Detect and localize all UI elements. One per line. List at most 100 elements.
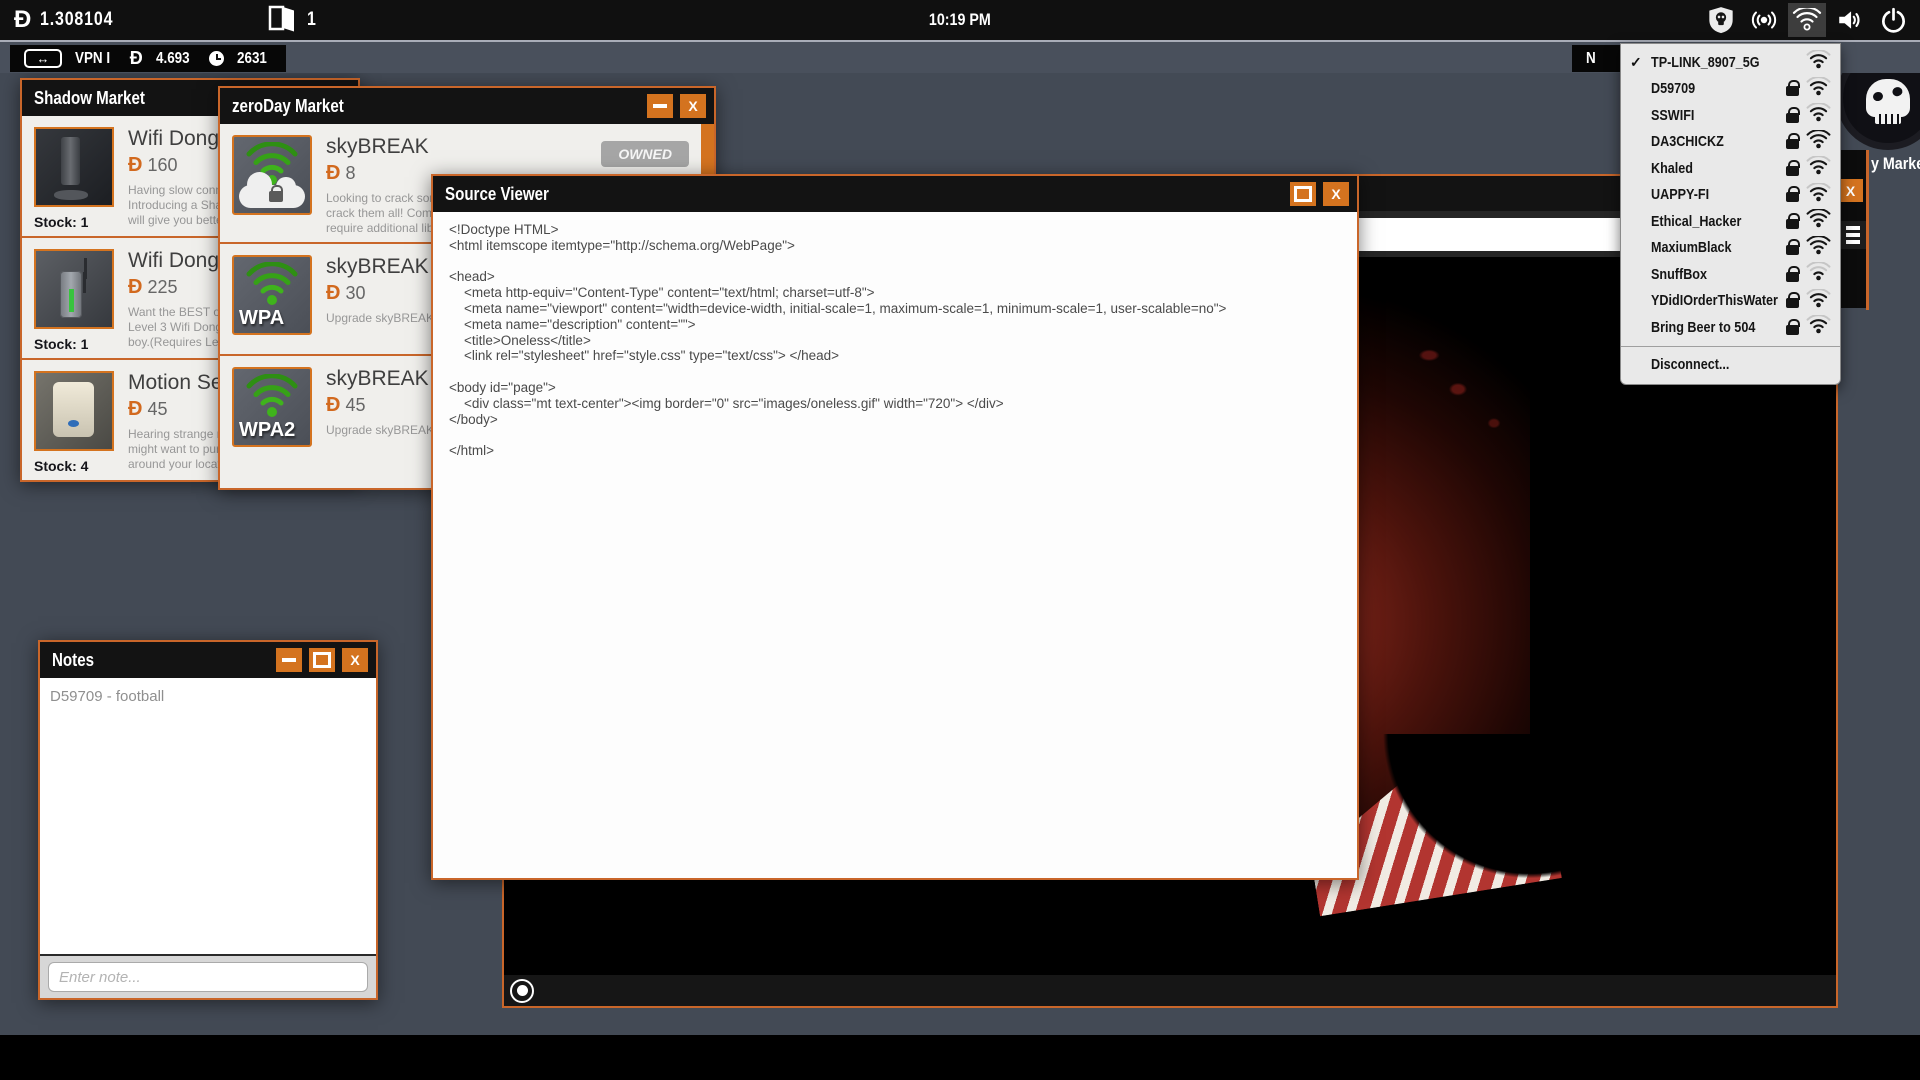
- close-button[interactable]: X: [342, 648, 368, 672]
- lock-icon: [1786, 212, 1800, 229]
- notes-window: Notes X D59709 - football: [38, 640, 378, 1000]
- signal-strength-icon: [1806, 208, 1831, 233]
- wifi-network-name: YDidIOrderThisWater: [1651, 292, 1778, 310]
- wifi-network-item[interactable]: ✓ TP-LINK_8907_5G: [1621, 49, 1840, 76]
- background-window-close-button[interactable]: X: [1838, 179, 1863, 202]
- lock-icon: [1786, 80, 1800, 97]
- wifi-network-item[interactable]: Khaled: [1621, 155, 1840, 182]
- wifi-network-name: MaxiumBlack: [1651, 239, 1732, 257]
- wifi-network-name: SSWIFI: [1651, 106, 1695, 124]
- security-skull-shield-icon[interactable]: [1702, 3, 1740, 37]
- owned-badge: OWNED: [601, 141, 689, 167]
- zeroday-market-titlebar[interactable]: zeroDay Market X: [220, 88, 714, 124]
- source-viewer-window: Source Viewer X <!Doctype HTML> <html it…: [431, 174, 1359, 880]
- source-code-panel: <!Doctype HTML> <html itemscope itemtype…: [433, 212, 1357, 878]
- wifi-network-meta: [1786, 261, 1831, 286]
- lock-icon: [1786, 265, 1800, 282]
- wifi-network-name: D59709: [1651, 80, 1696, 98]
- stock-label: Stock: 1: [34, 336, 89, 352]
- notes-titlebar[interactable]: Notes X: [40, 642, 376, 678]
- wifi-network-meta: [1786, 314, 1831, 339]
- wifi-network-meta: [1786, 208, 1831, 233]
- vpn-icon: ↔: [24, 49, 62, 68]
- wifi-tray-icon[interactable]: [1788, 3, 1826, 37]
- wifi-network-name: SnuffBox: [1651, 265, 1708, 283]
- bottom-screen-strip: [0, 1035, 1920, 1080]
- wifi-network-item[interactable]: MaxiumBlack: [1621, 234, 1840, 262]
- timer-value: 2631: [236, 49, 267, 67]
- currency-icon: Ð: [326, 162, 341, 184]
- wifi-network-menu: ✓ TP-LINK_8907_5G D59709 SSWIFI DA3CHICKZ Kha…: [1620, 43, 1841, 385]
- signal-strength-icon: [1806, 314, 1831, 339]
- wifi-network-name: UAPPY-FI: [1651, 186, 1710, 204]
- wifi-network-meta: [1786, 155, 1831, 180]
- signal-strength-icon: [1806, 287, 1831, 313]
- minimize-button[interactable]: [276, 648, 302, 672]
- wifi-network-meta: [1786, 75, 1831, 101]
- system-tray: [1702, 0, 1912, 40]
- source-viewer-titlebar[interactable]: Source Viewer X: [433, 176, 1357, 212]
- stock-label: Stock: 4: [34, 458, 89, 474]
- wifi-network-meta: [1786, 287, 1831, 313]
- encryption-type-label: WPA: [239, 307, 285, 329]
- wifi-network-item[interactable]: YDidIOrderThisWater: [1621, 287, 1840, 315]
- speaker-icon[interactable]: [1831, 3, 1869, 37]
- minimize-button[interactable]: [647, 94, 673, 118]
- currency-icon: Ð: [128, 154, 143, 176]
- maximize-button[interactable]: [1290, 182, 1316, 206]
- timer-icon: [208, 51, 224, 66]
- skybreak-icon: WPA: [232, 255, 312, 335]
- signal-strength-icon: [1806, 261, 1831, 286]
- connected-check-icon: ✓: [1630, 53, 1642, 70]
- signal-strength-icon: [1806, 102, 1831, 127]
- wifi-network-name: TP-LINK_8907_5G: [1651, 53, 1760, 71]
- currency-icon: Ð: [326, 282, 341, 304]
- signal-strength-icon: [1806, 234, 1831, 260]
- window-title: zeroDay Market: [232, 95, 344, 116]
- notes-content-area[interactable]: D59709 - football: [40, 678, 376, 952]
- note-text: D59709 - football: [50, 688, 165, 705]
- wifi-network-meta: [1806, 49, 1831, 74]
- power-icon[interactable]: [1874, 3, 1912, 37]
- close-button[interactable]: X: [680, 94, 706, 118]
- vpn-status-widget[interactable]: ↔ VPN I Ð 4.693 2631: [10, 45, 287, 72]
- signal-strength-icon: [1806, 49, 1831, 74]
- window-title: Source Viewer: [445, 183, 549, 204]
- silhouette-graphic: [1357, 734, 1574, 905]
- wifi-network-list: ✓ TP-LINK_8907_5G D59709 SSWIFI DA3CHICKZ Kha…: [1621, 49, 1840, 341]
- maximize-button[interactable]: [309, 648, 335, 672]
- signal-strength-icon: [1806, 155, 1831, 180]
- lock-icon: [1786, 133, 1800, 150]
- sensor-product-thumbnail: [34, 371, 114, 451]
- wifi-network-name: Khaled: [1651, 159, 1694, 177]
- wifi-network-item[interactable]: DA3CHICKZ: [1621, 128, 1840, 156]
- window-title: Shadow Market: [34, 87, 145, 108]
- lock-icon: [1786, 239, 1800, 256]
- wifi-network-name: Bring Beer to 504: [1651, 318, 1756, 336]
- wifi-network-item[interactable]: SnuffBox: [1621, 261, 1840, 288]
- status-bar: Ð 1.308104 1 10:19 PM: [0, 0, 1920, 40]
- wifi-network-item[interactable]: D59709: [1621, 75, 1840, 103]
- source-code-text: <!Doctype HTML> <html itemscope itemtype…: [449, 222, 1227, 459]
- disconnect-menu-item[interactable]: Disconnect...: [1621, 350, 1840, 380]
- wifi-network-name: Ethical_Hacker: [1651, 212, 1742, 230]
- wifi-network-item[interactable]: SSWIFI: [1621, 102, 1840, 129]
- close-button[interactable]: X: [1323, 182, 1349, 206]
- wifi-network-item[interactable]: UAPPY-FI: [1621, 181, 1840, 209]
- signal-strength-icon: [1806, 75, 1831, 101]
- background-window-menu-button[interactable]: [1839, 221, 1866, 249]
- notes-footer: [40, 954, 376, 998]
- coin-value: 4.693: [155, 49, 190, 67]
- stock-label: Stock: 1: [34, 214, 89, 230]
- wifi-network-item[interactable]: Bring Beer to 504: [1621, 314, 1840, 341]
- wifi-network-item[interactable]: Ethical_Hacker: [1621, 208, 1840, 235]
- lock-icon: [1786, 186, 1800, 203]
- note-input[interactable]: [48, 962, 368, 992]
- background-window-title: y Market: [1871, 154, 1920, 173]
- lock-icon: [268, 184, 283, 202]
- antenna-product-thumbnail: [34, 249, 114, 329]
- broadcast-icon[interactable]: [1745, 3, 1783, 37]
- currency-icon: Ð: [326, 394, 341, 416]
- item-left-column: Stock: 4: [34, 371, 114, 474]
- item-name: skyBREAK: [326, 135, 429, 158]
